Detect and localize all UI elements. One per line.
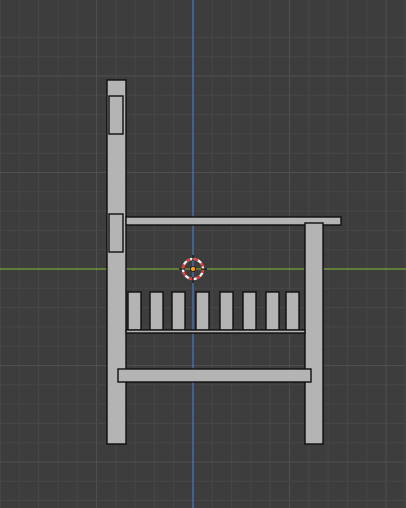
spindle[interactable] — [171, 291, 186, 331]
spindle[interactable] — [219, 291, 234, 331]
chair-lower-stretcher[interactable] — [117, 368, 312, 383]
spindle[interactable] — [285, 291, 300, 331]
chair-mesh[interactable] — [106, 79, 342, 445]
object-origin-icon — [189, 265, 196, 272]
spindle[interactable] — [149, 291, 164, 331]
spindle[interactable] — [242, 291, 257, 331]
viewport-canvas[interactable] — [0, 0, 406, 508]
spindle[interactable] — [265, 291, 280, 331]
chair-front-leg[interactable] — [304, 222, 324, 445]
back-post-seat-slot — [108, 213, 124, 253]
3d-viewport[interactable] — [0, 0, 406, 508]
back-post-top-slot — [108, 95, 124, 135]
viewport-grid — [0, 0, 406, 508]
spindle[interactable] — [195, 291, 210, 331]
chair-upper-rail[interactable] — [125, 329, 306, 334]
spindle[interactable] — [127, 291, 142, 331]
chair-spindles[interactable] — [127, 291, 300, 331]
